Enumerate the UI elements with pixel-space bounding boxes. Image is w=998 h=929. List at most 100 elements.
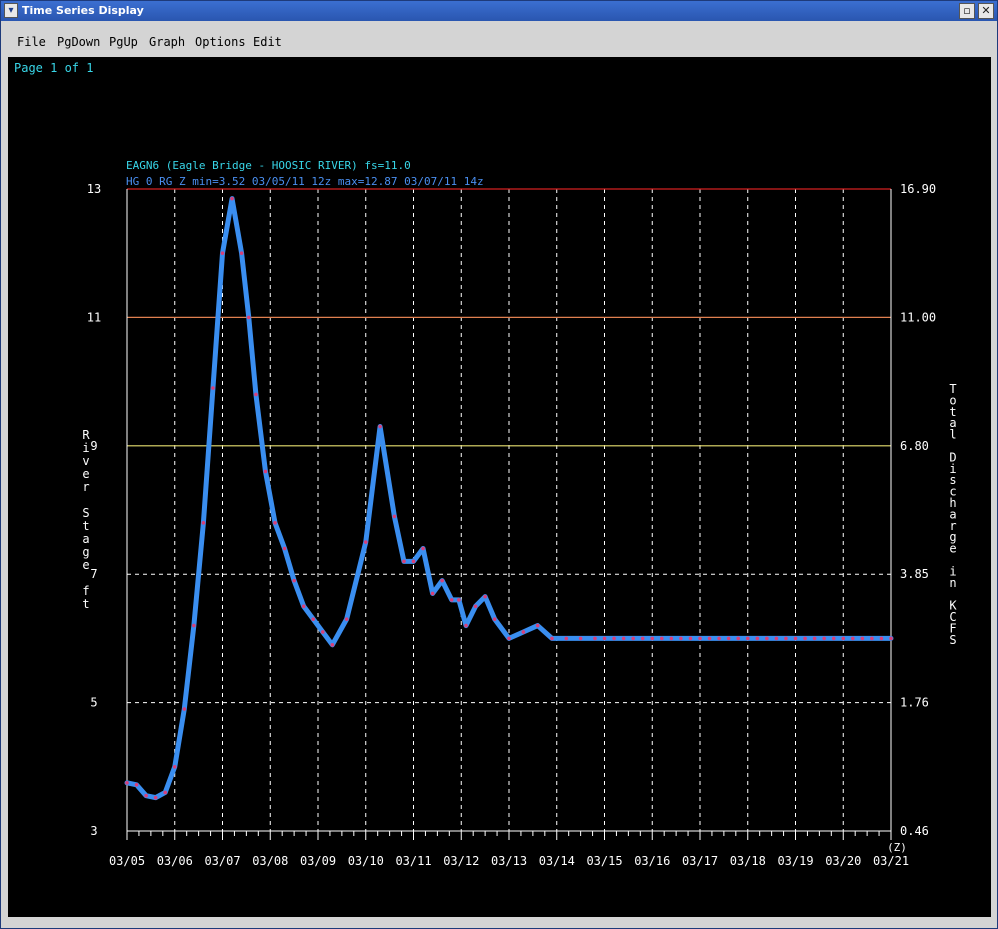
menu-edit[interactable]: Edit [253,35,282,49]
y-tick-label: 5 [90,696,97,710]
data-point [812,636,817,641]
y-tick-label: 7 [90,567,97,581]
menu-file[interactable]: File [17,35,46,49]
x-tick-label: 03/09 [300,854,336,868]
data-point [464,623,468,628]
close-icon[interactable]: ✕ [978,3,994,19]
data-point [172,765,177,769]
data-point [263,469,268,474]
data-point [201,521,206,525]
x-tick-label: 03/20 [825,854,861,868]
data-point [879,636,884,641]
data-point [717,636,721,641]
data-point [411,559,416,564]
data-point [421,546,425,551]
chart-title: EAGN6 (Eagle Bridge - HOOSIC RIVER) fs=1… [126,159,411,172]
data-point [621,636,626,641]
data-point [736,636,740,641]
data-point [841,636,846,641]
data-point [125,781,129,785]
y2-tick-label: 16.90 [900,182,936,196]
data-point [822,636,826,641]
chevron-down-icon[interactable]: ▾ [4,3,18,18]
menu-pgdown[interactable]: PgDown [57,35,100,49]
data-point [220,251,225,255]
x-tick-label: 03/05 [109,854,145,868]
x-tick-label: 03/18 [730,854,766,868]
chart-subtitle: HG 0 RG Z min=3.52 03/05/11 12z max=12.8… [126,175,484,188]
data-point [793,636,798,641]
x-tick-label: 03/17 [682,854,718,868]
data-point [230,196,234,201]
data-point [640,636,645,641]
data-point [745,636,750,641]
data-point [246,315,251,320]
menu-graph[interactable]: Graph [149,35,185,49]
data-point [163,790,167,795]
y2-tick-label: 6.80 [900,439,929,453]
data-point [440,578,444,583]
data-point [774,636,779,641]
data-point [765,636,769,641]
data-point [851,636,855,641]
data-point [402,559,406,564]
data-point [292,578,296,583]
maximize-icon[interactable]: ▫ [959,3,975,19]
menu-bar: File PgDown PgUp Graph Options Edit [2,29,996,53]
time-series-window: ▾ Time Series Display ▫ ✕ File PgDown Pg… [0,0,998,929]
data-point [363,540,368,544]
y-tick-label: 11 [87,310,101,324]
data-point [182,707,187,711]
data-point [602,636,607,641]
data-point [301,604,306,609]
data-point [144,793,148,798]
data-point [153,795,158,800]
data-point [631,636,635,641]
x-tick-label: 03/11 [395,854,431,868]
window-title: Time Series Display [22,4,144,17]
data-point [707,636,712,641]
menu-options[interactable]: Options [195,35,246,49]
x-tick-label: 03/19 [777,854,813,868]
data-point [593,636,597,641]
data-point [870,636,874,641]
data-point [550,636,554,641]
menu-pgup[interactable]: PgUp [109,35,138,49]
data-point [254,392,258,397]
data-point [578,636,583,641]
y2-tick-label: 1.76 [900,696,929,710]
data-point [430,591,435,596]
data-point [211,386,215,390]
data-point [320,630,325,634]
data-point [726,636,731,641]
data-point [378,424,382,429]
x-tick-label: 03/21 [873,854,909,868]
x-tick-label: 03/07 [204,854,240,868]
data-point [669,636,674,641]
plot-panel: Page 1 of 1 EAGN6 (Eagle Bridge - HOOSIC… [8,57,991,917]
y2-tick-label: 3.85 [900,567,929,581]
x-tick-label: 03/08 [252,854,288,868]
y2-tick-label: 11.00 [900,310,936,324]
y-tick-label: 3 [90,824,97,838]
x-tick-label: 03/13 [491,854,527,868]
data-point [392,514,397,519]
data-point [679,636,683,641]
data-point [483,594,487,599]
y2-tick-label: 0.46 [900,824,929,838]
data-point [192,623,196,628]
data-point [492,617,497,621]
data-point [311,617,316,621]
data-point [889,636,893,641]
title-bar[interactable]: ▾ Time Series Display ▫ ✕ [1,1,997,21]
data-point [239,251,244,255]
data-point [273,521,277,525]
x-tick-label: 03/14 [539,854,575,868]
data-point [860,636,865,641]
x-tick-label: 03/15 [586,854,622,868]
data-point [784,636,788,641]
y2-axis-label: Total Discharge in KCFS [949,382,957,647]
y-tick-label: 13 [87,182,101,196]
data-point [457,598,461,602]
y-tick-label: 9 [90,439,97,453]
